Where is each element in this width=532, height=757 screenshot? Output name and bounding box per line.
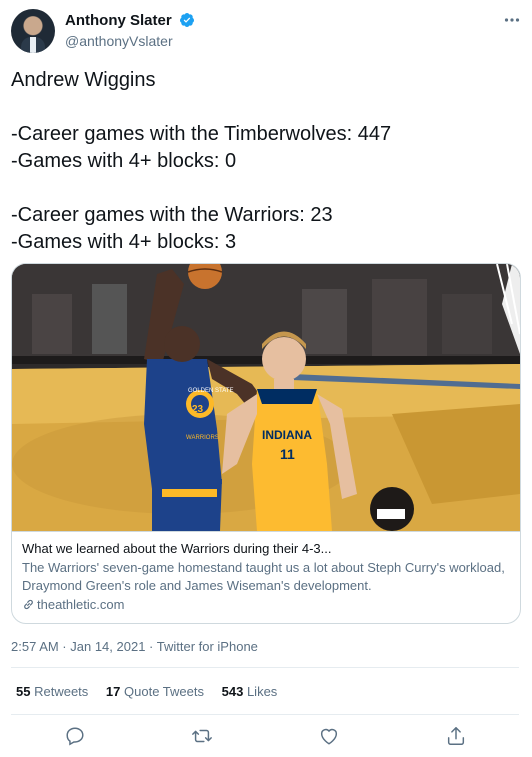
likes-stat[interactable]: 543 Likes: [222, 683, 278, 701]
tweet-stats: 55 Retweets 17 Quote Tweets 543 Likes: [16, 683, 291, 701]
card-domain[interactable]: theathletic.com: [22, 596, 510, 614]
reply-icon[interactable]: [64, 725, 86, 747]
retweets-count: 55: [16, 684, 31, 699]
card-domain-text: theathletic.com: [37, 597, 125, 612]
retweet-icon[interactable]: [191, 725, 213, 747]
more-icon[interactable]: [503, 11, 521, 29]
quotes-label: Quote Tweets: [124, 684, 204, 699]
tweet: Anthony Slater @anthonyVslater Andrew Wi…: [0, 0, 532, 757]
tweet-text: Andrew Wiggins -Career games with the Ti…: [11, 69, 392, 253]
tweet-header: Anthony Slater @anthonyVslater: [11, 9, 521, 53]
card-image: GOLDEN STATE 23 WARRIORS INDIANA 11: [12, 264, 520, 531]
action-bar: [0, 725, 532, 749]
right-jersey-number: 11: [280, 446, 295, 462]
right-jersey-team: INDIANA: [262, 428, 312, 442]
quotes-stat[interactable]: 17 Quote Tweets: [106, 683, 204, 701]
handle[interactable]: @anthonyVslater: [65, 32, 195, 51]
link-icon: [24, 599, 33, 610]
author-names: Anthony Slater @anthonyVslater: [65, 11, 195, 51]
link-card[interactable]: GOLDEN STATE 23 WARRIORS INDIANA 11 What…: [11, 263, 521, 624]
verified-badge-icon: [180, 13, 195, 27]
avatar[interactable]: [11, 9, 55, 53]
like-icon[interactable]: [318, 725, 340, 747]
card-description: The Warriors' seven-game homestand taugh…: [22, 560, 505, 593]
quotes-count: 17: [105, 684, 121, 699]
tweet-timestamp[interactable]: 2:57 AM · Jan 14, 2021 · Twitter for iPh…: [11, 638, 258, 656]
divider: [11, 667, 519, 668]
share-icon[interactable]: [445, 725, 467, 747]
card-body[interactable]: What we learned about the Warriors durin…: [12, 531, 520, 623]
left-jersey-team: GOLDEN STATE: [188, 388, 233, 394]
likes-count: 543: [221, 684, 244, 699]
left-jersey-name: WARRIORS: [186, 435, 219, 441]
display-name[interactable]: Anthony Slater: [65, 11, 172, 31]
likes-label: Likes: [246, 684, 278, 699]
divider: [11, 714, 519, 715]
retweets-stat[interactable]: 55 Retweets: [16, 683, 88, 701]
left-jersey-number: 23: [192, 404, 204, 415]
retweets-label: Retweets: [34, 684, 89, 699]
card-title[interactable]: What we learned about the Warriors durin…: [22, 540, 510, 557]
